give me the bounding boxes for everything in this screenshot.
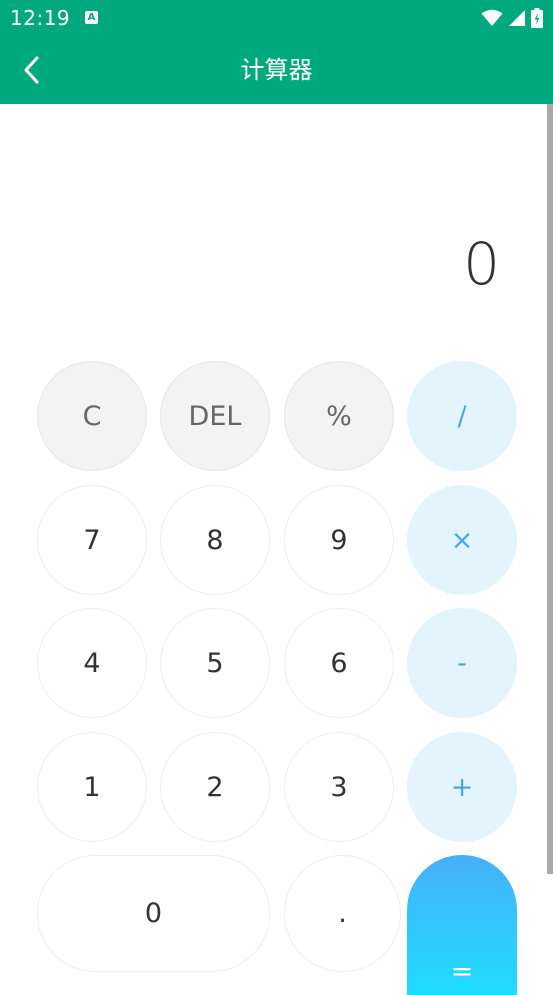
app-bar: 计算器 <box>0 36 553 104</box>
percent-button[interactable]: % <box>284 361 394 471</box>
digit-5-button[interactable]: 5 <box>160 608 270 718</box>
multiply-button[interactable]: × <box>407 485 517 595</box>
page-title: 计算器 <box>240 56 313 84</box>
scroll-indicator <box>547 104 553 874</box>
divide-button[interactable]: / <box>407 361 517 471</box>
digit-1-button[interactable]: 1 <box>37 732 147 842</box>
notification-app-icon: A <box>85 11 98 24</box>
status-icons <box>481 8 543 28</box>
digit-9-button[interactable]: 9 <box>284 485 394 595</box>
add-button[interactable]: + <box>407 732 517 842</box>
digit-3-button[interactable]: 3 <box>284 732 394 842</box>
digit-0-button[interactable]: 0 <box>37 855 270 972</box>
digit-7-button[interactable]: 7 <box>37 485 147 595</box>
delete-button[interactable]: DEL <box>160 361 270 471</box>
subtract-button[interactable]: - <box>407 608 517 718</box>
wifi-icon <box>481 9 503 26</box>
status-time: 12:19 <box>10 6 71 30</box>
result-display: 0 <box>463 230 500 298</box>
digit-2-button[interactable]: 2 <box>160 732 270 842</box>
signal-icon <box>509 10 525 26</box>
digit-4-button[interactable]: 4 <box>37 608 147 718</box>
status-bar: 12:19 A <box>0 0 553 36</box>
decimal-button[interactable]: . <box>284 855 401 972</box>
clear-button[interactable]: C <box>37 361 147 471</box>
digit-8-button[interactable]: 8 <box>160 485 270 595</box>
battery-charging-icon <box>531 8 543 28</box>
digit-6-button[interactable]: 6 <box>284 608 394 718</box>
equals-button[interactable]: = <box>407 855 517 995</box>
